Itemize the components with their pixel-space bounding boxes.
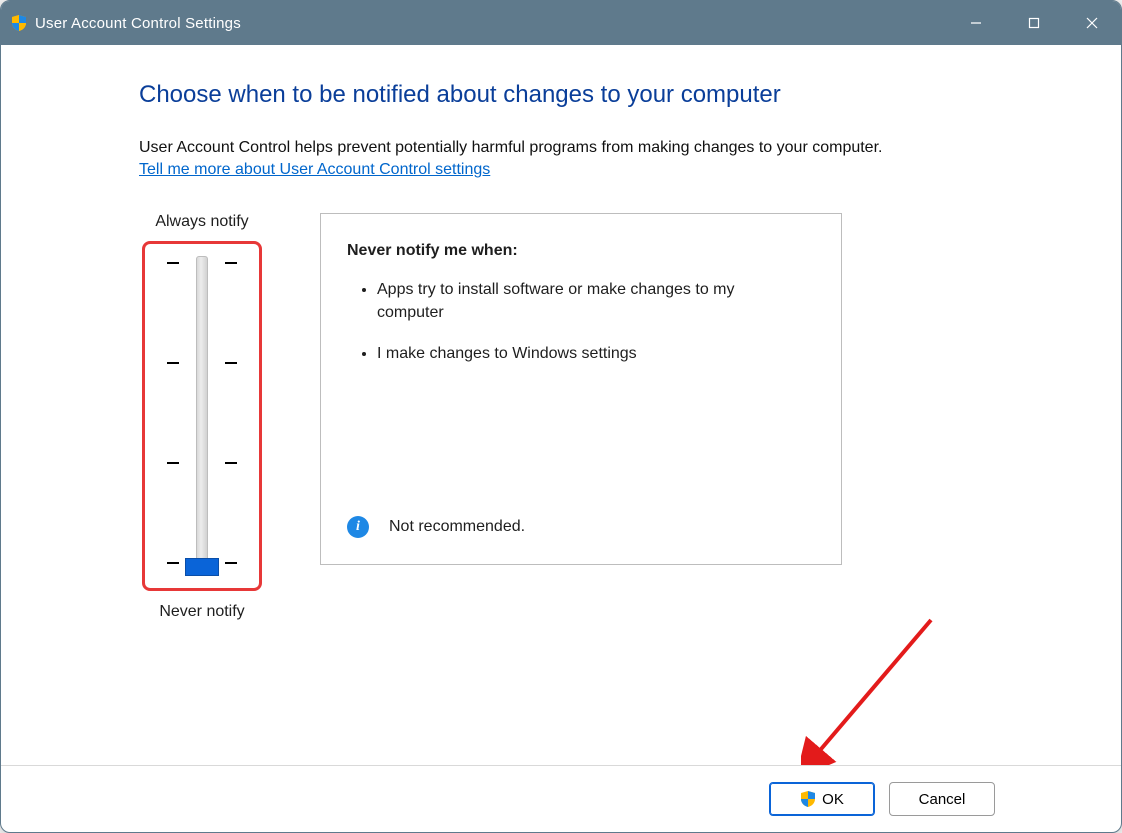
minimize-icon xyxy=(970,17,982,29)
maximize-button[interactable] xyxy=(1005,1,1063,45)
shield-icon xyxy=(800,791,816,807)
cancel-button[interactable]: Cancel xyxy=(889,782,995,816)
list-item: Apps try to install software or make cha… xyxy=(377,278,815,324)
cancel-button-label: Cancel xyxy=(919,791,966,808)
uac-settings-window: User Account Control Settings Choose whe… xyxy=(0,0,1122,833)
window-buttons xyxy=(947,1,1121,45)
slider-thumb[interactable] xyxy=(185,558,219,576)
notification-slider[interactable] xyxy=(196,256,208,576)
level-description-title: Never notify me when: xyxy=(347,242,815,260)
info-icon: i xyxy=(347,516,369,538)
slider-label-always: Always notify xyxy=(139,213,265,231)
shield-icon xyxy=(11,15,27,31)
dialog-button-bar: OK Cancel xyxy=(1,765,1121,832)
intro-text: User Account Control helps prevent poten… xyxy=(139,139,981,157)
window-title: User Account Control Settings xyxy=(35,15,241,32)
notification-slider-highlight xyxy=(142,241,262,591)
help-link[interactable]: Tell me more about User Account Control … xyxy=(139,161,490,179)
level-description-list: Apps try to install software or make cha… xyxy=(347,278,815,366)
ok-button-label: OK xyxy=(822,791,844,808)
window-body: Choose when to be notified about changes… xyxy=(1,45,1121,832)
minimize-button[interactable] xyxy=(947,1,1005,45)
status-row: i Not recommended. xyxy=(347,516,525,538)
window-titlebar: User Account Control Settings xyxy=(1,1,1121,45)
close-button[interactable] xyxy=(1063,1,1121,45)
slider-label-never: Never notify xyxy=(139,603,265,621)
slider-column: Always notify Never notify xyxy=(139,213,265,621)
page-heading: Choose when to be notified about changes… xyxy=(139,81,981,109)
list-item: I make changes to Windows settings xyxy=(377,342,815,365)
maximize-icon xyxy=(1028,17,1040,29)
annotation-arrow xyxy=(801,615,941,765)
ok-button[interactable]: OK xyxy=(769,782,875,816)
close-icon xyxy=(1086,17,1098,29)
status-text: Not recommended. xyxy=(389,518,525,536)
level-description-panel: Never notify me when: Apps try to instal… xyxy=(320,213,842,565)
